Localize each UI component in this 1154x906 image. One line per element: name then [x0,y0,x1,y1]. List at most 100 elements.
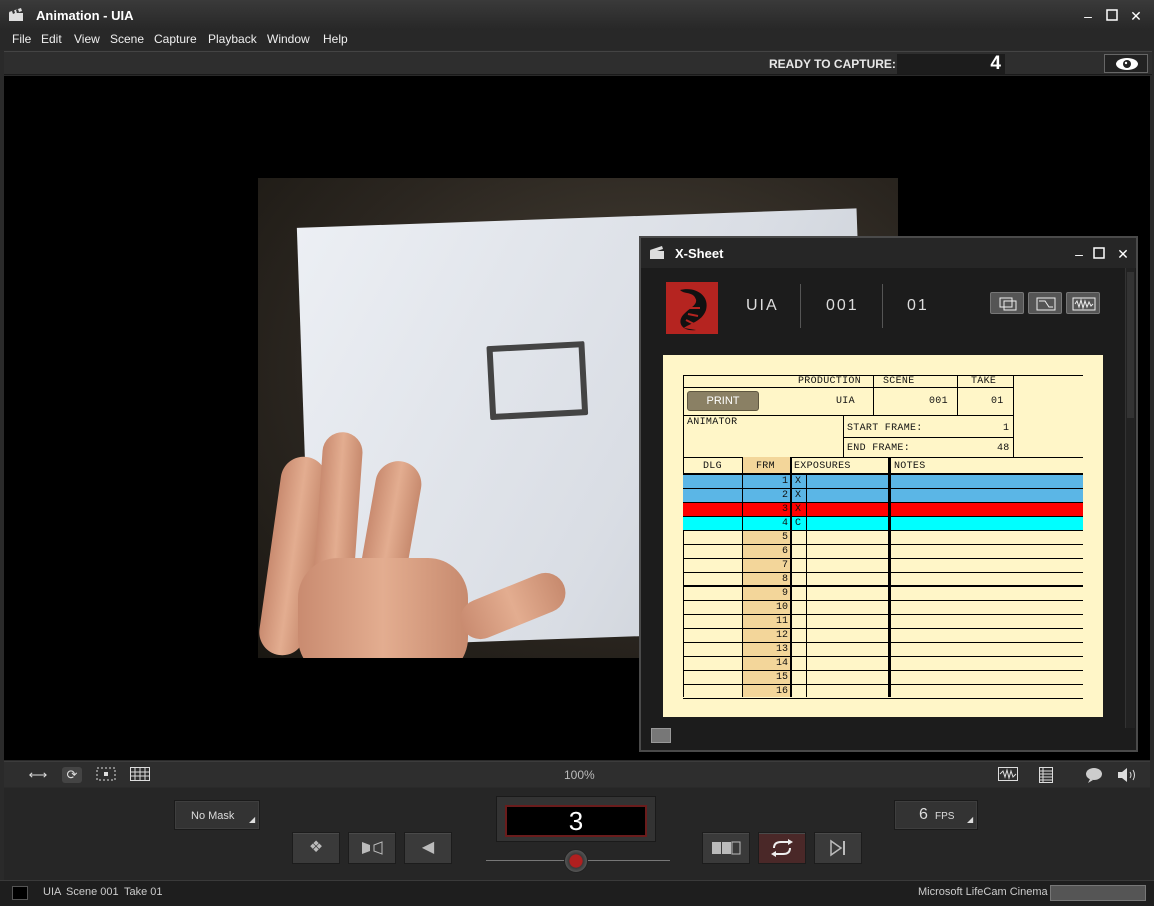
audio-waveform-icon[interactable] [998,767,1018,783]
rotate-icon[interactable]: ⟳ [62,767,82,783]
menu-bar: File Edit View Scene Capture Playback Wi… [0,30,1154,50]
xsheet-production: UIA [746,297,779,314]
xsheet-row[interactable]: 11 [683,615,1083,629]
menu-view[interactable]: View [74,32,100,46]
frame-number: 11 [775,616,788,627]
xsheet-minimize-button[interactable]: – [1071,246,1087,262]
xsheet-row[interactable]: 6 [683,545,1083,559]
flip-frame-button[interactable] [348,832,396,864]
frame-number: 5 [781,532,788,543]
xsheet-curve-button[interactable] [1028,292,1062,314]
xsheet-close-button[interactable]: ✕ [1115,246,1131,262]
xsheet-row[interactable]: 14 [683,657,1083,671]
xsheet-toggle-icon[interactable] [1036,767,1056,783]
overlay-frames-icon [999,297,1017,311]
fit-width-icon[interactable]: ⟷ [28,767,48,783]
frame-number: 15 [775,672,788,683]
frame-number: 10 [775,602,788,613]
waveform-icon [1072,297,1096,311]
start-frame-value: 1 [1003,423,1010,434]
xsheet-audio-button[interactable] [1066,292,1100,314]
exposure-sheet: PRODUCTION SCENE TAKE PRINT UIA 001 01 A… [663,355,1103,717]
transport-panel: No Mask ◢ ❖ ◀ 3 6 FPS ◢ [4,788,1150,880]
fps-dropdown[interactable]: 6 FPS ◢ [894,800,978,830]
xsheet-resize-button[interactable] [651,728,671,743]
mask-dropdown-value: No Mask [191,810,235,822]
application-window: Animation - UIA – ✕ File Edit View Scene… [0,0,1154,906]
speaker-icon[interactable] [1116,767,1136,783]
xsheet-scene: 001 [826,297,859,314]
status-take: Take 01 [124,886,163,898]
menu-scene[interactable]: Scene [110,32,144,46]
menu-playback[interactable]: Playback [208,32,257,46]
notes-column-header: NOTES [894,461,926,472]
xsheet-row[interactable]: 3X [683,503,1083,517]
dragon-logo [666,282,718,334]
frame-number: 16 [775,686,788,697]
take-label: TAKE [971,376,997,387]
frame-number: 6 [781,546,788,557]
menu-help[interactable]: Help [323,32,348,46]
xsheet-row[interactable]: 2X [683,489,1083,503]
xsheet-row[interactable]: 10 [683,601,1083,615]
capture-viewport[interactable]: X-Sheet – ✕ UIA 001 01 PRODUCTION SCENE … [4,76,1150,760]
clapperboard-icon [650,246,664,259]
status-scene: Scene 001 [66,886,119,898]
xsheet-row[interactable]: 7 [683,559,1083,573]
xsheet-row[interactable]: 4C [683,517,1083,531]
maximize-button[interactable] [1104,8,1120,24]
menu-file[interactable]: File [12,32,31,46]
xsheet-row[interactable]: 1X [683,475,1083,489]
clapperboard-icon [9,8,23,21]
onion-skin-toggle-button[interactable] [1104,54,1148,73]
loop-button[interactable] [758,832,806,864]
step-forward-icon [830,839,845,857]
production-value: UIA [836,396,855,407]
frame-number: 4 [781,518,788,529]
xsheet-row[interactable]: 16 [683,685,1083,699]
step-forward-button[interactable] [814,832,862,864]
step-back-button[interactable]: ◀ [404,832,452,864]
eye-icon [1116,58,1138,70]
frame-number: 13 [775,644,788,655]
maximize-icon [1106,9,1118,21]
xsheet-row[interactable]: 9 [683,587,1083,601]
xsheet-scrollbar[interactable] [1125,268,1135,728]
production-label: PRODUCTION [798,376,862,387]
grid-icon[interactable] [130,767,150,783]
xsheet-title: X-Sheet [675,246,724,261]
xsheet-row[interactable]: 15 [683,671,1083,685]
zoom-level[interactable]: 100% [564,768,595,782]
header-divider [800,284,801,328]
hand-palm [298,558,468,658]
xsheet-row[interactable]: 5 [683,531,1083,545]
fps-value: 6 [919,806,928,823]
window-title: Animation - UIA [36,8,134,23]
menu-edit[interactable]: Edit [41,32,62,46]
title-bar: Animation - UIA – ✕ [0,0,1154,32]
xsheet-title-bar[interactable]: X-Sheet – ✕ [641,238,1136,268]
xsheet-take: 01 [907,297,929,314]
close-button[interactable]: ✕ [1128,8,1144,24]
print-button[interactable]: PRINT [687,391,759,411]
timeline-scrubber-handle[interactable] [564,849,588,873]
split-view-button[interactable] [702,832,750,864]
end-frame-label: END FRAME: [847,443,911,454]
menu-window[interactable]: Window [267,32,310,46]
maximize-icon [1093,247,1105,259]
xsheet-view-button[interactable] [990,292,1024,314]
xsheet-maximize-button[interactable] [1091,246,1107,262]
loop-icon [771,839,793,857]
scrollbar-thumb[interactable] [1127,272,1134,418]
minimize-button[interactable]: – [1080,8,1096,24]
menu-capture[interactable]: Capture [154,32,197,46]
xsheet-row[interactable]: 13 [683,643,1083,657]
frame-number: 9 [781,588,788,599]
onion-skin-button[interactable]: ❖ [292,832,340,864]
scene-label: SCENE [883,376,915,387]
mask-dropdown[interactable]: No Mask ◢ [174,800,260,830]
crop-frame-icon[interactable] [96,767,116,783]
dlg-column-header: DLG [703,461,722,472]
xsheet-row[interactable]: 12 [683,629,1083,643]
speech-bubble-icon[interactable] [1084,767,1104,783]
